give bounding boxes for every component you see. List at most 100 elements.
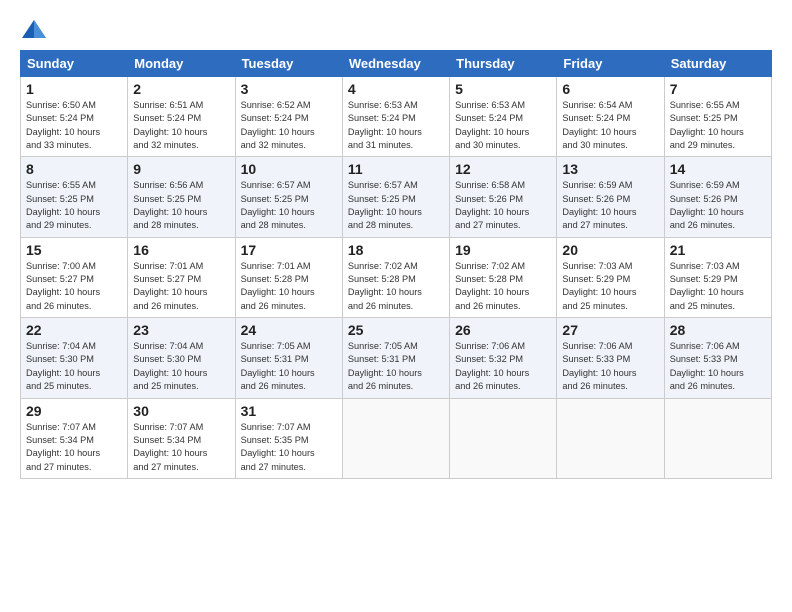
- week-row-1: 1 Sunrise: 6:50 AM Sunset: 5:24 PM Daylig…: [21, 77, 772, 157]
- day-number: 12: [455, 161, 551, 177]
- calendar-cell: 8 Sunrise: 6:55 AM Sunset: 5:25 PM Daylig…: [21, 157, 128, 237]
- day-number: 11: [348, 161, 444, 177]
- header: [20, 18, 772, 40]
- week-row-4: 22Sunrise: 7:04 AM Sunset: 5:30 PM Dayli…: [21, 318, 772, 398]
- day-number: 30: [133, 403, 229, 419]
- day-number: 4: [348, 81, 444, 97]
- day-number: 23: [133, 322, 229, 338]
- day-info: Sunrise: 7:07 AM Sunset: 5:34 PM Dayligh…: [133, 421, 229, 474]
- calendar-cell: [557, 398, 664, 478]
- day-info: Sunrise: 6:55 AM Sunset: 5:25 PM Dayligh…: [670, 99, 766, 152]
- day-info: Sunrise: 7:04 AM Sunset: 5:30 PM Dayligh…: [133, 340, 229, 393]
- calendar-cell: 6Sunrise: 6:54 AM Sunset: 5:24 PM Daylig…: [557, 77, 664, 157]
- day-info: Sunrise: 7:01 AM Sunset: 5:28 PM Dayligh…: [241, 260, 337, 313]
- day-info: Sunrise: 7:04 AM Sunset: 5:30 PM Dayligh…: [26, 340, 122, 393]
- page: SundayMondayTuesdayWednesdayThursdayFrid…: [0, 0, 792, 489]
- day-number: 27: [562, 322, 658, 338]
- calendar-cell: 27 Sunrise: 7:06 AM Sunset: 5:33 PM Dayli…: [557, 318, 664, 398]
- day-number: 25: [348, 322, 444, 338]
- day-number: 9: [133, 161, 229, 177]
- calendar-cell: 28 Sunrise: 7:06 AM Sunset: 5:33 PM Dayli…: [664, 318, 771, 398]
- day-info: Sunrise: 7:06 AM Sunset: 5:33 PM Dayligh…: [562, 340, 658, 393]
- calendar-cell: 10 Sunrise: 6:57 AM Sunset: 5:25 PM Dayli…: [235, 157, 342, 237]
- weekday-header-sunday: Sunday: [21, 51, 128, 77]
- day-info: Sunrise: 6:55 AM Sunset: 5:25 PM Dayligh…: [26, 179, 122, 232]
- logo-area: [20, 18, 52, 40]
- calendar-cell: 12 Sunrise: 6:58 AM Sunset: 5:26 PM Dayli…: [450, 157, 557, 237]
- day-number: 16: [133, 242, 229, 258]
- weekday-header-tuesday: Tuesday: [235, 51, 342, 77]
- day-number: 1: [26, 81, 122, 97]
- day-number: 8: [26, 161, 122, 177]
- day-number: 2: [133, 81, 229, 97]
- day-number: 19: [455, 242, 551, 258]
- calendar-cell: 3 Sunrise: 6:52 AM Sunset: 5:24 PM Daylig…: [235, 77, 342, 157]
- day-number: 29: [26, 403, 122, 419]
- day-info: Sunrise: 7:01 AM Sunset: 5:27 PM Dayligh…: [133, 260, 229, 313]
- calendar-cell: 25Sunrise: 7:05 AM Sunset: 5:31 PM Dayli…: [342, 318, 449, 398]
- day-info: Sunrise: 7:03 AM Sunset: 5:29 PM Dayligh…: [670, 260, 766, 313]
- day-number: 24: [241, 322, 337, 338]
- day-number: 21: [670, 242, 766, 258]
- day-info: Sunrise: 7:05 AM Sunset: 5:31 PM Dayligh…: [241, 340, 337, 393]
- day-number: 14: [670, 161, 766, 177]
- calendar-cell: 26 Sunrise: 7:06 AM Sunset: 5:32 PM Dayli…: [450, 318, 557, 398]
- day-number: 13: [562, 161, 658, 177]
- calendar-cell: 7 Sunrise: 6:55 AM Sunset: 5:25 PM Daylig…: [664, 77, 771, 157]
- day-info: Sunrise: 6:57 AM Sunset: 5:25 PM Dayligh…: [348, 179, 444, 232]
- day-info: Sunrise: 7:02 AM Sunset: 5:28 PM Dayligh…: [348, 260, 444, 313]
- day-info: Sunrise: 6:51 AM Sunset: 5:24 PM Dayligh…: [133, 99, 229, 152]
- calendar-cell: 22Sunrise: 7:04 AM Sunset: 5:30 PM Dayli…: [21, 318, 128, 398]
- day-info: Sunrise: 7:03 AM Sunset: 5:29 PM Dayligh…: [562, 260, 658, 313]
- calendar-cell: [450, 398, 557, 478]
- day-number: 31: [241, 403, 337, 419]
- day-info: Sunrise: 7:07 AM Sunset: 5:35 PM Dayligh…: [241, 421, 337, 474]
- day-info: Sunrise: 6:52 AM Sunset: 5:24 PM Dayligh…: [241, 99, 337, 152]
- day-number: 3: [241, 81, 337, 97]
- day-info: Sunrise: 6:59 AM Sunset: 5:26 PM Dayligh…: [670, 179, 766, 232]
- day-info: Sunrise: 6:59 AM Sunset: 5:26 PM Dayligh…: [562, 179, 658, 232]
- day-number: 18: [348, 242, 444, 258]
- logo: [20, 18, 52, 40]
- calendar-cell: 16 Sunrise: 7:01 AM Sunset: 5:27 PM Dayli…: [128, 237, 235, 317]
- day-number: 20: [562, 242, 658, 258]
- weekday-header-wednesday: Wednesday: [342, 51, 449, 77]
- day-info: Sunrise: 6:58 AM Sunset: 5:26 PM Dayligh…: [455, 179, 551, 232]
- calendar-cell: 1 Sunrise: 6:50 AM Sunset: 5:24 PM Daylig…: [21, 77, 128, 157]
- day-number: 7: [670, 81, 766, 97]
- weekday-header-friday: Friday: [557, 51, 664, 77]
- day-info: Sunrise: 7:06 AM Sunset: 5:33 PM Dayligh…: [670, 340, 766, 393]
- logo-icon: [20, 18, 48, 40]
- calendar-cell: 31 Sunrise: 7:07 AM Sunset: 5:35 PM Dayli…: [235, 398, 342, 478]
- week-row-2: 8 Sunrise: 6:55 AM Sunset: 5:25 PM Daylig…: [21, 157, 772, 237]
- calendar-cell: 24 Sunrise: 7:05 AM Sunset: 5:31 PM Dayli…: [235, 318, 342, 398]
- day-info: Sunrise: 6:57 AM Sunset: 5:25 PM Dayligh…: [241, 179, 337, 232]
- day-info: Sunrise: 6:56 AM Sunset: 5:25 PM Dayligh…: [133, 179, 229, 232]
- week-row-3: 15 Sunrise: 7:00 AM Sunset: 5:27 PM Dayli…: [21, 237, 772, 317]
- calendar-cell: 11 Sunrise: 6:57 AM Sunset: 5:25 PM Dayli…: [342, 157, 449, 237]
- calendar-cell: 14 Sunrise: 6:59 AM Sunset: 5:26 PM Dayli…: [664, 157, 771, 237]
- calendar-cell: 5Sunrise: 6:53 AM Sunset: 5:24 PM Daylig…: [450, 77, 557, 157]
- calendar-cell: 15 Sunrise: 7:00 AM Sunset: 5:27 PM Dayli…: [21, 237, 128, 317]
- calendar-cell: 13 Sunrise: 6:59 AM Sunset: 5:26 PM Dayli…: [557, 157, 664, 237]
- weekday-header-saturday: Saturday: [664, 51, 771, 77]
- day-number: 10: [241, 161, 337, 177]
- day-info: Sunrise: 7:00 AM Sunset: 5:27 PM Dayligh…: [26, 260, 122, 313]
- day-number: 26: [455, 322, 551, 338]
- day-info: Sunrise: 7:06 AM Sunset: 5:32 PM Dayligh…: [455, 340, 551, 393]
- weekday-header-thursday: Thursday: [450, 51, 557, 77]
- calendar-cell: 4Sunrise: 6:53 AM Sunset: 5:24 PM Daylig…: [342, 77, 449, 157]
- calendar-cell: 17Sunrise: 7:01 AM Sunset: 5:28 PM Dayli…: [235, 237, 342, 317]
- day-number: 6: [562, 81, 658, 97]
- calendar-cell: 30 Sunrise: 7:07 AM Sunset: 5:34 PM Dayli…: [128, 398, 235, 478]
- calendar-cell: [342, 398, 449, 478]
- day-info: Sunrise: 6:50 AM Sunset: 5:24 PM Dayligh…: [26, 99, 122, 152]
- day-number: 28: [670, 322, 766, 338]
- day-info: Sunrise: 7:07 AM Sunset: 5:34 PM Dayligh…: [26, 421, 122, 474]
- calendar-cell: 29 Sunrise: 7:07 AM Sunset: 5:34 PM Dayli…: [21, 398, 128, 478]
- day-number: 5: [455, 81, 551, 97]
- calendar-table: SundayMondayTuesdayWednesdayThursdayFrid…: [20, 50, 772, 479]
- week-row-5: 29 Sunrise: 7:07 AM Sunset: 5:34 PM Dayli…: [21, 398, 772, 478]
- day-number: 15: [26, 242, 122, 258]
- calendar-cell: 9 Sunrise: 6:56 AM Sunset: 5:25 PM Daylig…: [128, 157, 235, 237]
